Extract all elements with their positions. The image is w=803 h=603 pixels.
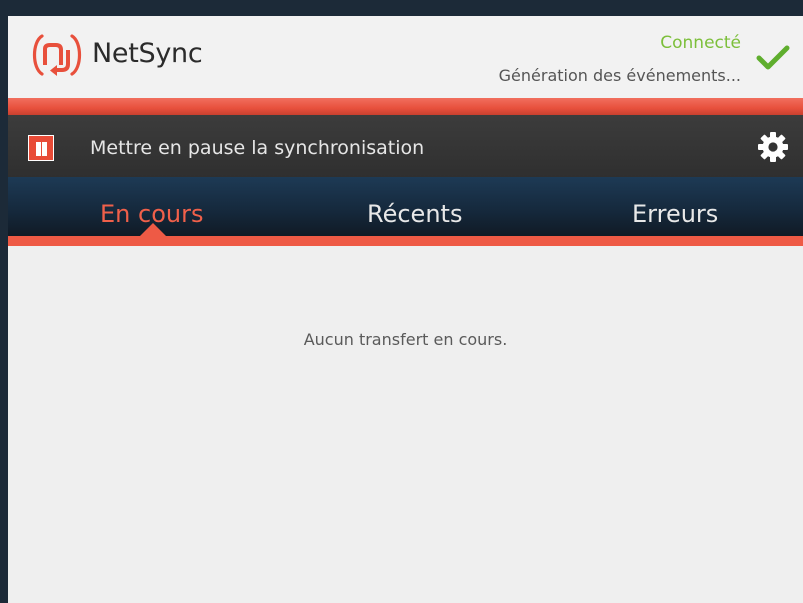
netsync-logo-icon [32,34,82,76]
tab-recents[interactable]: Récents [367,200,462,228]
tab-erreurs[interactable]: Erreurs [632,200,718,228]
pause-icon [36,142,41,156]
app-name: NetSync [92,38,203,69]
active-tab-indicator [140,223,166,236]
pause-icon-bar [42,142,47,156]
connection-status-label: Connecté [660,33,741,53]
empty-transfers-message: Aucun transfert en cours. [303,330,508,349]
pause-sync-button[interactable] [28,135,54,161]
gear-icon[interactable] [757,131,789,163]
header-accent-band [8,98,803,115]
check-icon [756,45,790,70]
header: NetSync Connecté Génération des événemen… [8,16,803,98]
status-detail: Génération des événements... [498,66,741,85]
tab-underline [8,236,803,246]
netsync-window: NetSync Connecté Génération des événemen… [8,16,803,603]
pause-sync-label[interactable]: Mettre en pause la synchronisation [90,137,424,159]
